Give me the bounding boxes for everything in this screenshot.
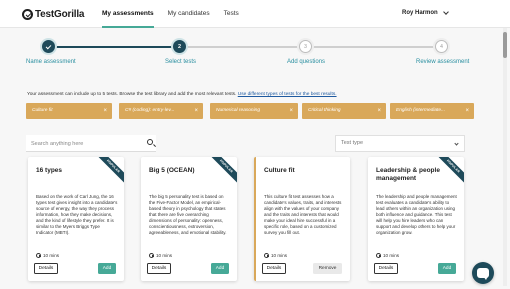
close-icon[interactable]: × xyxy=(377,103,381,119)
card-duration: 10 mins xyxy=(149,253,172,258)
card-title: Leadership & people management xyxy=(376,167,440,182)
selected-test-chip[interactable]: English (intermediate... × xyxy=(390,103,474,119)
details-button[interactable]: Details xyxy=(34,263,58,274)
clock-icon xyxy=(149,253,154,258)
add-button[interactable]: Add xyxy=(438,263,456,274)
card-title: Culture fit xyxy=(264,167,295,174)
selected-test-chip[interactable]: Culture fit × xyxy=(26,103,112,119)
add-button[interactable]: Add xyxy=(211,263,229,274)
card-description: The leadership and people management tes… xyxy=(376,194,457,235)
info-link[interactable]: Use different types of tests for the bes… xyxy=(238,92,337,97)
nav-tests[interactable]: Tests xyxy=(224,0,239,28)
logo-text: TestGorilla xyxy=(35,8,85,20)
test-type-select[interactable]: Test type xyxy=(335,135,465,152)
duration-text: 10 mins xyxy=(43,253,60,258)
card-description: The big 5 personality test is based on t… xyxy=(149,194,227,235)
user-name: Roy Harmon xyxy=(402,10,438,16)
selected-test-chip[interactable]: Numerical reasoning × xyxy=(210,103,298,119)
chat-launcher[interactable] xyxy=(472,262,494,284)
scrollbar-thumb[interactable] xyxy=(503,32,507,58)
close-icon[interactable]: × xyxy=(103,103,107,119)
step-connector xyxy=(186,46,299,48)
search-icon[interactable] xyxy=(147,139,153,145)
step-connector xyxy=(312,46,435,48)
chip-label: English (intermediate... xyxy=(396,108,446,113)
step-3-label: Add questions xyxy=(287,59,326,65)
step-2-indicator: 2 xyxy=(173,40,186,53)
close-icon[interactable]: × xyxy=(465,103,469,119)
user-menu[interactable]: Roy Harmon xyxy=(402,9,449,16)
chevron-down-icon xyxy=(454,141,459,146)
info-text: Your assessment can include up to 5 test… xyxy=(27,92,238,97)
add-button[interactable]: Add xyxy=(98,263,116,274)
step-1-indicator xyxy=(42,40,55,53)
test-type-placeholder: Test type xyxy=(341,140,364,146)
chip-label: Numerical reasoning xyxy=(216,108,260,113)
assessment-info-text: Your assessment can include up to 5 test… xyxy=(27,92,337,97)
test-card-culture-fit: Culture fit This culture fit test assess… xyxy=(254,157,350,281)
chip-label: C# (coding): entry-lev... xyxy=(125,108,175,113)
card-description: Based on the work of Carl Jung, the 16 t… xyxy=(36,194,118,235)
card-duration: 10 mins xyxy=(376,253,399,258)
clock-icon xyxy=(376,253,381,258)
step-4-indicator: 4 xyxy=(435,40,448,53)
duration-text: 10 mins xyxy=(271,253,288,258)
card-title: 16 types xyxy=(36,167,63,174)
card-description: This culture fit test assesses how a can… xyxy=(264,194,342,235)
selected-test-chip[interactable]: C# (coding): entry-lev... × xyxy=(119,103,203,119)
chevron-down-icon xyxy=(442,9,449,15)
step-1-label[interactable]: Name assessment xyxy=(26,59,76,65)
nav-my-assessments[interactable]: My assessments xyxy=(102,0,154,28)
test-card-16-types: POPULAR 16 types Based on the work of Ca… xyxy=(28,157,124,281)
step-4-label: Review assessment xyxy=(416,59,470,65)
close-icon[interactable]: × xyxy=(194,103,198,119)
test-card-leadership: POPULAR Leadership & people management T… xyxy=(368,157,464,281)
selected-test-chip[interactable]: Critical thinking × xyxy=(302,103,386,119)
details-button[interactable]: Details xyxy=(262,263,286,274)
card-duration: 10 mins xyxy=(36,253,59,258)
chip-label: Critical thinking xyxy=(308,108,341,113)
assessment-stepper: 2 3 4 Name assessment Select tests Add q… xyxy=(0,36,510,72)
duration-text: 10 mins xyxy=(383,253,400,258)
nav-my-candidates[interactable]: My candidates xyxy=(168,0,210,28)
page-scrollbar[interactable] xyxy=(503,28,507,286)
top-navigation-bar: TestGorilla My assessments My candidates… xyxy=(0,0,510,28)
test-search xyxy=(26,135,156,152)
step-2-label: Select tests xyxy=(165,59,197,65)
step-connector xyxy=(56,46,173,48)
clock-icon xyxy=(36,253,41,258)
clock-icon xyxy=(264,253,269,258)
card-duration: 10 mins xyxy=(264,253,287,258)
main-nav: My assessments My candidates Tests xyxy=(102,0,253,28)
details-button[interactable]: Details xyxy=(147,263,171,274)
chat-icon xyxy=(477,267,489,280)
step-3-indicator: 3 xyxy=(299,40,312,53)
close-icon[interactable]: × xyxy=(289,103,293,119)
search-input[interactable] xyxy=(26,135,136,152)
test-card-big-5: POPULAR Big 5 (OCEAN) The big 5 personal… xyxy=(141,157,237,281)
card-title: Big 5 (OCEAN) xyxy=(149,167,195,174)
check-icon xyxy=(45,43,52,49)
duration-text: 10 mins xyxy=(156,253,173,258)
logo-check-icon xyxy=(22,8,33,20)
chip-label: Culture fit xyxy=(32,108,53,113)
remove-button[interactable]: Remove xyxy=(313,263,342,274)
details-button[interactable]: Details xyxy=(374,263,398,274)
logo[interactable]: TestGorilla xyxy=(22,7,84,21)
